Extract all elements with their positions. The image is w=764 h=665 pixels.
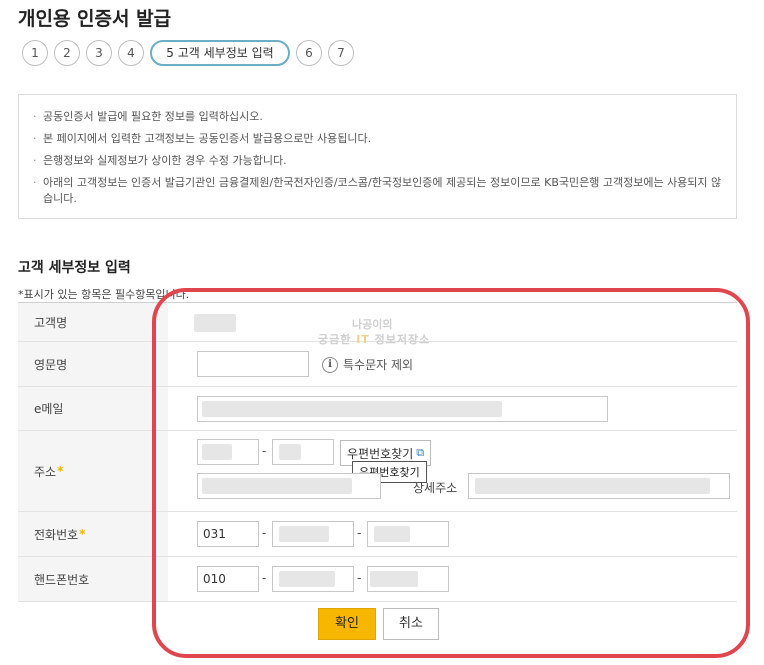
mobile-last-input[interactable] — [367, 566, 449, 592]
step-1: 1 — [22, 40, 48, 66]
phone-prefix-input[interactable]: 031 — [197, 521, 259, 547]
mobile-label: 핸드폰번호 — [18, 557, 168, 601]
step-3: 3 — [86, 40, 112, 66]
watermark-line2: 궁금한 IT 정보저장소 — [318, 333, 431, 346]
phone-middle-input[interactable] — [272, 521, 354, 547]
info-icon: i — [322, 356, 338, 373]
address-label: 주소 * — [18, 431, 168, 511]
mobile-prefix-input[interactable]: 010 — [197, 566, 259, 592]
required-star: * — [79, 527, 86, 541]
step-5-current: 5 고객 세부정보 입력 — [150, 40, 290, 66]
row-phone: 전화번호 * 031 - - — [18, 512, 737, 557]
customer-name-value — [194, 314, 236, 332]
email-input[interactable] — [197, 396, 608, 422]
row-english-name: 영문명 i 특수문자 제외 — [18, 342, 737, 387]
detail-address-label: 상세주소 — [413, 481, 458, 495]
english-name-input[interactable] — [197, 351, 309, 377]
notice-item: 본 페이지에서 입력한 고객정보는 공동인증서 발급용으로만 사용됩니다. — [33, 131, 726, 147]
mobile-dash: - — [262, 571, 267, 585]
phone-label: 전화번호 * — [18, 512, 168, 556]
english-name-hint: i 특수문자 제외 — [322, 356, 413, 373]
step-6: 6 — [296, 40, 322, 66]
english-name-hint-text: 특수문자 제외 — [343, 358, 414, 372]
notice-item: 아래의 고객정보는 인증서 발급기관인 금융결제원/한국전자인증/코스콤/한국정… — [33, 175, 726, 207]
notice-item: 은행정보와 실제정보가 상이한 경우 수정 가능합니다. — [33, 153, 726, 169]
mobile-middle-input[interactable] — [272, 566, 354, 592]
zipcode-dash: - — [262, 444, 267, 458]
zipcode-part2-input[interactable] — [272, 439, 334, 465]
zipcode-part1-input[interactable] — [197, 439, 259, 465]
customer-detail-form: 고객명 영문명 i 특수문자 제외 e메일 주소 * - 우편번호찾기 ⧉ 우편번호… — [18, 302, 737, 602]
step-7: 7 — [328, 40, 354, 66]
phone-last-input[interactable] — [367, 521, 449, 547]
row-mobile: 핸드폰번호 010 - - — [18, 557, 737, 602]
required-note: *표시가 있는 항목은 필수항목입니다. — [18, 288, 190, 301]
required-star: * — [57, 464, 64, 478]
notice-item: 공동인증서 발급에 필요한 정보를 입력하십시오. — [33, 109, 726, 125]
step-4: 4 — [118, 40, 144, 66]
cancel-button[interactable]: 취소 — [383, 608, 439, 640]
step-2: 2 — [54, 40, 80, 66]
row-email: e메일 — [18, 387, 737, 431]
customer-name-label: 고객명 — [18, 303, 168, 341]
email-label: e메일 — [18, 387, 168, 430]
phone-dash: - — [357, 526, 362, 540]
notice-box: 공동인증서 발급에 필요한 정보를 입력하십시오. 본 페이지에서 입력한 고객… — [18, 94, 737, 219]
phone-dash: - — [262, 526, 267, 540]
confirm-button[interactable]: 확인 — [318, 608, 376, 640]
detail-address-input[interactable] — [468, 473, 730, 499]
section-title: 고객 세부정보 입력 — [18, 260, 131, 276]
english-name-label: 영문명 — [18, 342, 168, 386]
external-link-icon: ⧉ — [416, 446, 425, 459]
page-title: 개인용 인증서 발급 — [18, 8, 172, 30]
mobile-dash: - — [357, 571, 362, 585]
address-input[interactable] — [197, 473, 381, 499]
row-address: 주소 * - 우편번호찾기 ⧉ 우편번호찾기 상세주소 — [18, 431, 737, 512]
watermark-line1: 나공이의 — [352, 318, 393, 331]
